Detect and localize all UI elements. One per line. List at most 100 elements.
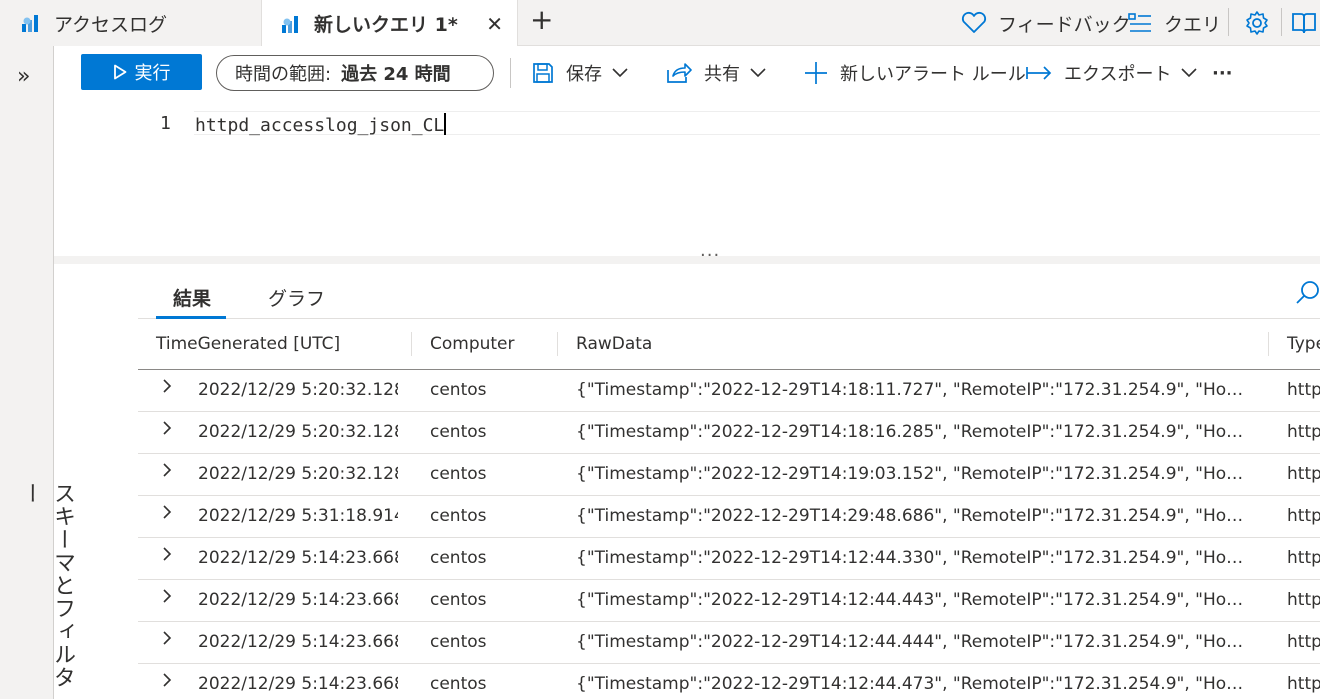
cell-computer: centos (430, 632, 487, 652)
table-row[interactable]: 2022/12/29 5:20:32.128 centos {"Timestam… (138, 454, 1320, 496)
active-tab-indicator (156, 316, 226, 319)
save-button[interactable]: 保存 (532, 55, 640, 91)
cell-rawdata: {"Timestamp":"2022-12-29T14:18:16.285", … (576, 422, 1248, 442)
tab-access-log[interactable]: アクセスログ (0, 0, 262, 46)
divider (510, 58, 511, 88)
plus-icon (805, 62, 827, 84)
tab-bar: アクセスログ 新しいクエリ 1* ✕ + フィードバック クエリ (0, 0, 1320, 47)
table-row[interactable]: 2022/12/29 5:14:23.668 centos {"Timestam… (138, 538, 1320, 580)
run-button[interactable]: 実行 (81, 54, 202, 90)
column-header-computer[interactable]: Computer (430, 334, 515, 354)
play-icon (113, 64, 126, 80)
column-header-time[interactable]: TimeGenerated [UTC] (156, 334, 340, 354)
cell-time: 2022/12/29 5:20:32.128 (198, 422, 398, 442)
time-range-picker[interactable]: 時間の範囲: 過去 24 時間 (216, 55, 494, 91)
table-row[interactable]: 2022/12/29 5:31:18.914 centos {"Timestam… (138, 496, 1320, 538)
chevron-right-icon[interactable] (162, 504, 176, 525)
cell-type: http (1287, 674, 1320, 694)
cell-computer: centos (430, 506, 487, 526)
column-header-rawdata[interactable]: RawData (576, 334, 652, 354)
settings-button[interactable] (1244, 0, 1270, 46)
search-icon[interactable] (1296, 280, 1320, 304)
schema-filter-label[interactable]: スキーマとフィルター (14, 482, 78, 699)
query-text[interactable]: httpd_accesslog_json_CL (195, 113, 447, 136)
cell-type: http (1287, 548, 1320, 568)
expand-chevron-icon[interactable]: » (17, 64, 30, 89)
feedback-button[interactable]: フィードバック (960, 0, 1131, 46)
time-range-value: 過去 24 時間 (341, 64, 451, 85)
chevron-down-icon (750, 68, 766, 78)
chevron-right-icon[interactable] (162, 588, 176, 609)
cell-type: http (1287, 590, 1320, 610)
close-icon[interactable]: ✕ (486, 12, 503, 36)
export-button[interactable]: エクスポート (1026, 55, 1209, 91)
cell-type: http (1287, 632, 1320, 652)
list-icon (1128, 13, 1151, 32)
table-row[interactable]: 2022/12/29 5:20:32.128 centos {"Timestam… (138, 370, 1320, 412)
share-label: 共有 (704, 64, 740, 85)
cell-rawdata: {"Timestamp":"2022-12-29T14:29:48.686", … (576, 506, 1248, 526)
new-alert-rule-label: 新しいアラート ルール (840, 64, 1026, 85)
query-toolbar: 実行 時間の範囲: 過去 24 時間 保存 共有 新しいアラート ルール エクス… (54, 46, 1320, 100)
cell-time: 2022/12/29 5:20:32.128 (198, 380, 398, 400)
drag-handle-icon[interactable]: ··· (700, 245, 720, 266)
cell-type: http (1287, 422, 1320, 442)
cell-computer: centos (430, 464, 487, 484)
chevron-right-icon[interactable] (162, 378, 176, 399)
cell-type: http (1287, 380, 1320, 400)
column-resizer[interactable] (411, 332, 412, 356)
tab-label: 新しいクエリ 1* (314, 14, 458, 36)
chevron-right-icon[interactable] (162, 546, 176, 567)
cell-rawdata: {"Timestamp":"2022-12-29T14:12:44.330", … (576, 548, 1248, 568)
cell-time: 2022/12/29 5:20:32.128 (198, 464, 398, 484)
tab-chart[interactable]: グラフ (268, 284, 325, 311)
cell-time: 2022/12/29 5:14:23.668 (198, 674, 398, 694)
cell-type: http (1287, 506, 1320, 526)
tab-label: アクセスログ (54, 13, 168, 36)
heart-icon (961, 11, 987, 33)
chevron-right-icon[interactable] (162, 672, 176, 693)
save-label: 保存 (566, 64, 602, 85)
chevron-right-icon[interactable] (162, 630, 176, 651)
export-arrow-icon (1026, 66, 1052, 80)
run-label: 実行 (134, 63, 171, 83)
add-tab-icon[interactable]: + (530, 3, 553, 36)
cell-rawdata: {"Timestamp":"2022-12-29T14:18:11.727", … (576, 380, 1248, 400)
cell-rawdata: {"Timestamp":"2022-12-29T14:12:44.443", … (576, 590, 1248, 610)
queries-label: クエリ (1164, 13, 1222, 36)
results-grid-header: TimeGenerated [UTC] Computer RawData Typ… (138, 320, 1320, 370)
query-code: httpd_accesslog_json_CL (195, 115, 445, 136)
book-icon (1292, 13, 1316, 34)
gear-icon (1246, 11, 1268, 35)
new-alert-rule-button[interactable]: 新しいアラート ルール (804, 55, 1026, 91)
chevron-right-icon[interactable] (162, 420, 176, 441)
column-header-type[interactable]: Type (1287, 334, 1320, 354)
divider (1228, 8, 1229, 36)
pane-splitter[interactable] (54, 256, 1320, 264)
column-resizer[interactable] (1268, 332, 1269, 356)
query-editor[interactable]: 1 httpd_accesslog_json_CL (54, 100, 1320, 256)
cell-time: 2022/12/29 5:31:18.914 (198, 506, 398, 526)
results-grid-body: 2022/12/29 5:20:32.128 centos {"Timestam… (138, 370, 1320, 699)
chevron-right-icon[interactable] (162, 462, 176, 483)
cell-rawdata: {"Timestamp":"2022-12-29T14:12:44.473", … (576, 674, 1248, 694)
cell-rawdata: {"Timestamp":"2022-12-29T14:19:03.152", … (576, 464, 1248, 484)
tab-results[interactable]: 結果 (173, 284, 211, 311)
cell-time: 2022/12/29 5:14:23.668 (198, 548, 398, 568)
text-caret (444, 113, 447, 135)
more-options-button[interactable]: ··· (1212, 55, 1233, 91)
table-row[interactable]: 2022/12/29 5:14:23.668 centos {"Timestam… (138, 580, 1320, 622)
queries-button[interactable]: クエリ (1128, 0, 1221, 46)
docs-button[interactable] (1291, 0, 1317, 46)
table-row[interactable]: 2022/12/29 5:20:32.128 centos {"Timestam… (138, 412, 1320, 454)
cell-computer: centos (430, 422, 487, 442)
chevron-down-icon (1181, 68, 1198, 78)
log-analytics-icon (22, 15, 38, 32)
table-row[interactable]: 2022/12/29 5:14:23.668 centos {"Timestam… (138, 664, 1320, 699)
cell-rawdata: {"Timestamp":"2022-12-29T14:12:44.444", … (576, 632, 1248, 652)
tab-new-query[interactable]: 新しいクエリ 1* ✕ (262, 0, 518, 47)
share-button[interactable]: 共有 (666, 55, 778, 91)
column-resizer[interactable] (557, 332, 558, 356)
share-icon (667, 63, 692, 83)
table-row[interactable]: 2022/12/29 5:14:23.668 centos {"Timestam… (138, 622, 1320, 664)
